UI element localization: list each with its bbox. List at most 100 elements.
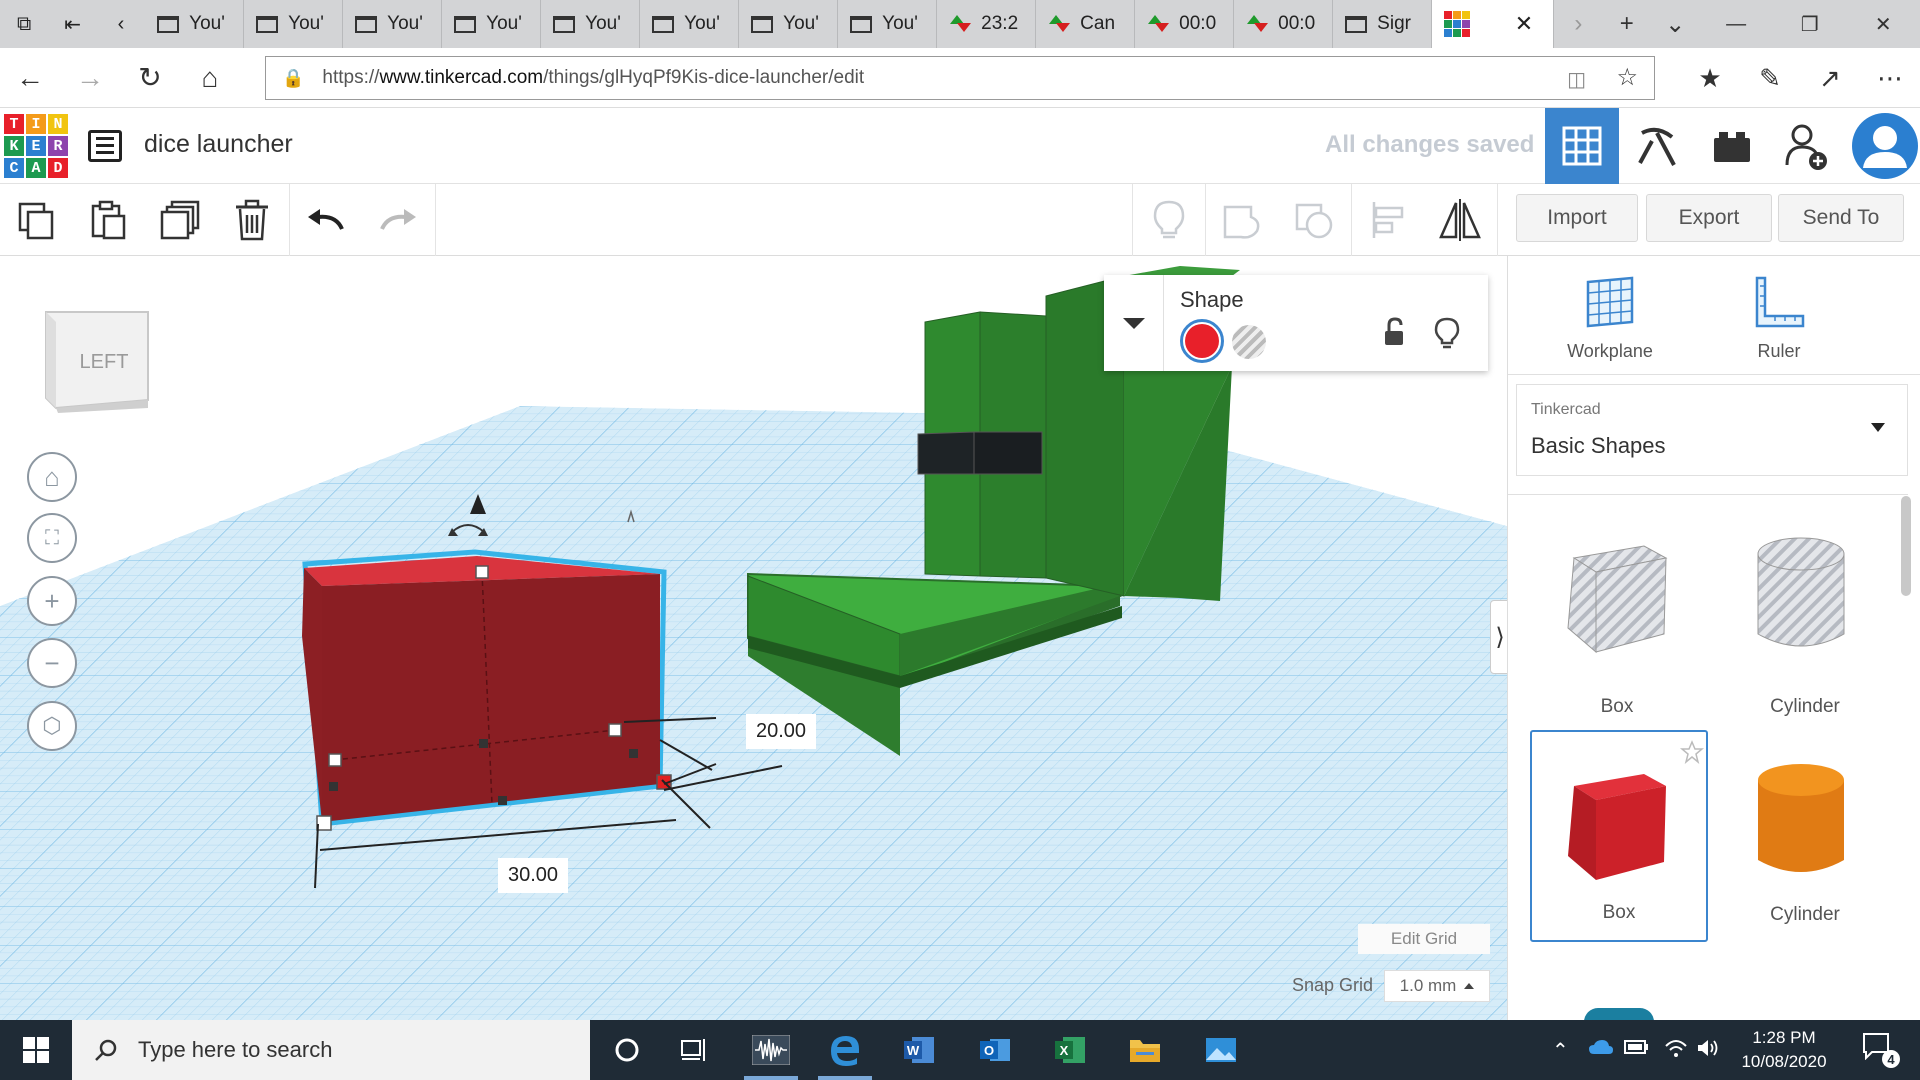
shape-card-cylinder-solid[interactable]: Cylinder	[1716, 730, 1894, 942]
edit-grid-button[interactable]: Edit Grid	[1358, 924, 1490, 954]
collapse-inspector-button[interactable]	[1104, 275, 1164, 371]
ungroup-button[interactable]	[1278, 184, 1350, 256]
word-app[interactable]: W	[882, 1020, 956, 1080]
browser-tab[interactable]: You'	[442, 0, 542, 48]
browser-tab[interactable]: 00:0	[1234, 0, 1334, 48]
share-icon[interactable]: ↗	[1800, 48, 1860, 108]
shape-card-cylinder-hole[interactable]: Cylinder	[1716, 522, 1894, 734]
dimension-depth-label[interactable]: 20.00	[746, 714, 817, 749]
workplane-tool[interactable]: Workplane	[1550, 274, 1670, 362]
panel-scrollbar[interactable]	[1901, 496, 1911, 596]
duplicate-button[interactable]	[144, 184, 216, 256]
design-title[interactable]: dice launcher	[144, 130, 293, 159]
battery-icon[interactable]	[1624, 1038, 1650, 1061]
fit-view-button[interactable]: ⛶	[27, 513, 77, 563]
close-window-icon[interactable]: ✕	[1846, 0, 1920, 48]
blocks-button[interactable]	[1620, 108, 1694, 184]
invite-user-button[interactable]	[1770, 108, 1844, 184]
favorites-icon[interactable]: ★	[1680, 48, 1740, 108]
import-button[interactable]: Import	[1516, 194, 1638, 242]
zoom-out-button[interactable]: −	[27, 638, 77, 688]
browser-tab[interactable]: 23:2	[937, 0, 1037, 48]
back-icon[interactable]: ←	[0, 48, 60, 108]
zoom-in-button[interactable]: +	[27, 576, 77, 626]
set-aside-tabs-icon[interactable]: ⧉	[0, 0, 48, 48]
favorite-star-icon[interactable]: ☆	[1616, 63, 1638, 92]
shape-card-box-solid[interactable]: Box	[1530, 730, 1708, 942]
outlook-app[interactable]: O	[958, 1020, 1032, 1080]
ruler-tool[interactable]: Ruler	[1719, 274, 1839, 362]
lightbulb-icon[interactable]	[1434, 317, 1460, 349]
export-button[interactable]: Export	[1646, 194, 1772, 242]
scroll-tabs-right-icon[interactable]: ›	[1554, 0, 1602, 48]
browser-tab[interactable]: Can	[1036, 0, 1136, 48]
edge-browser-app[interactable]	[808, 1020, 882, 1080]
design-list-icon[interactable]	[88, 130, 122, 162]
group-button[interactable]	[1206, 184, 1278, 256]
delete-button[interactable]	[216, 184, 288, 256]
browser-tab[interactable]: You'	[541, 0, 641, 48]
start-button[interactable]	[0, 1020, 72, 1080]
pen-icon[interactable]: ✎	[1740, 48, 1800, 108]
scroll-tabs-left-icon[interactable]: ‹	[97, 0, 145, 48]
shape-library-select[interactable]: Tinkercad Basic Shapes	[1516, 384, 1908, 476]
unlock-icon[interactable]	[1382, 317, 1406, 347]
excel-app[interactable]: X	[1033, 1020, 1107, 1080]
dimension-width-label[interactable]: 30.00	[498, 858, 569, 893]
action-center-button[interactable]: 4	[1862, 1032, 1902, 1068]
photos-app[interactable]	[1184, 1020, 1258, 1080]
avatar[interactable]	[1848, 108, 1920, 184]
system-clock[interactable]: 1:28 PM 10/08/2020	[1720, 1026, 1848, 1074]
reading-view-icon[interactable]: ◫	[1567, 67, 1586, 92]
show-hidden-icons-chevron-icon[interactable]: ⌃	[1552, 1038, 1569, 1063]
browser-tab[interactable]: You'	[838, 0, 938, 48]
mirror-button[interactable]	[1424, 184, 1496, 256]
restore-icon[interactable]: ❐	[1773, 0, 1847, 48]
perspective-toggle-button[interactable]: ⬡	[27, 701, 77, 751]
close-tab-icon[interactable]: ✕	[1515, 11, 1533, 37]
browser-tab[interactable]: You'	[343, 0, 443, 48]
taskbar-search-input[interactable]: Type here to search	[72, 1020, 590, 1080]
forward-icon[interactable]: →	[60, 48, 120, 108]
url-input[interactable]: 🔒 https://www.tinkercad.com/things/glHyq…	[265, 56, 1655, 100]
view-cube[interactable]: LEFT	[42, 308, 152, 413]
tabs-aside-icon[interactable]: ⇤	[48, 0, 96, 48]
task-view-button[interactable]	[658, 1020, 732, 1080]
voice-recorder-app[interactable]	[734, 1020, 808, 1080]
file-explorer-app[interactable]	[1108, 1020, 1182, 1080]
tab-tinkercad-active[interactable]: ✕	[1432, 0, 1555, 48]
hole-button[interactable]	[1232, 325, 1266, 359]
more-menu-icon[interactable]: ⋯	[1860, 48, 1920, 108]
volume-icon[interactable]	[1696, 1038, 1720, 1064]
cortana-button[interactable]	[590, 1020, 664, 1080]
undo-button[interactable]	[290, 184, 362, 256]
browser-tab[interactable]: You'	[640, 0, 740, 48]
onedrive-icon[interactable]	[1588, 1038, 1614, 1062]
send-to-button[interactable]: Send To	[1778, 194, 1904, 242]
browser-tab[interactable]: You'	[244, 0, 344, 48]
new-tab-icon[interactable]: +	[1603, 0, 1651, 48]
wifi-icon[interactable]	[1664, 1038, 1688, 1064]
tinkercad-logo[interactable]: TIN KER CAD	[4, 114, 68, 178]
browser-tab[interactable]: Sigr	[1333, 0, 1433, 48]
bricks-button[interactable]	[1695, 108, 1769, 184]
home-icon[interactable]: ⌂	[180, 48, 240, 108]
align-button[interactable]	[1352, 184, 1424, 256]
3d-workspace[interactable]: LEFT ⌂ ⛶ + − ⬡ 20.00 30.00 Shape Edit Gr…	[0, 256, 1507, 1020]
snap-grid-select[interactable]: 1.0 mm	[1384, 970, 1490, 1002]
browser-tab[interactable]: You'	[145, 0, 245, 48]
copy-button[interactable]	[0, 184, 72, 256]
3d-design-view-button[interactable]	[1545, 108, 1619, 184]
redo-button[interactable]	[362, 184, 434, 256]
solid-color-button[interactable]	[1180, 319, 1224, 363]
browser-tab[interactable]: 00:0	[1135, 0, 1235, 48]
shape-card-box-hole[interactable]: Box	[1528, 522, 1706, 734]
home-view-button[interactable]: ⌂	[27, 452, 77, 502]
tab-list-chevron-icon[interactable]: ⌄	[1651, 0, 1699, 48]
notes-tool-button[interactable]	[1133, 184, 1205, 256]
favorite-star-icon[interactable]	[1680, 740, 1704, 764]
minimize-icon[interactable]: —	[1699, 0, 1773, 48]
paste-button[interactable]	[72, 184, 144, 256]
refresh-icon[interactable]: ↻	[120, 48, 180, 108]
browser-tab[interactable]: You'	[739, 0, 839, 48]
